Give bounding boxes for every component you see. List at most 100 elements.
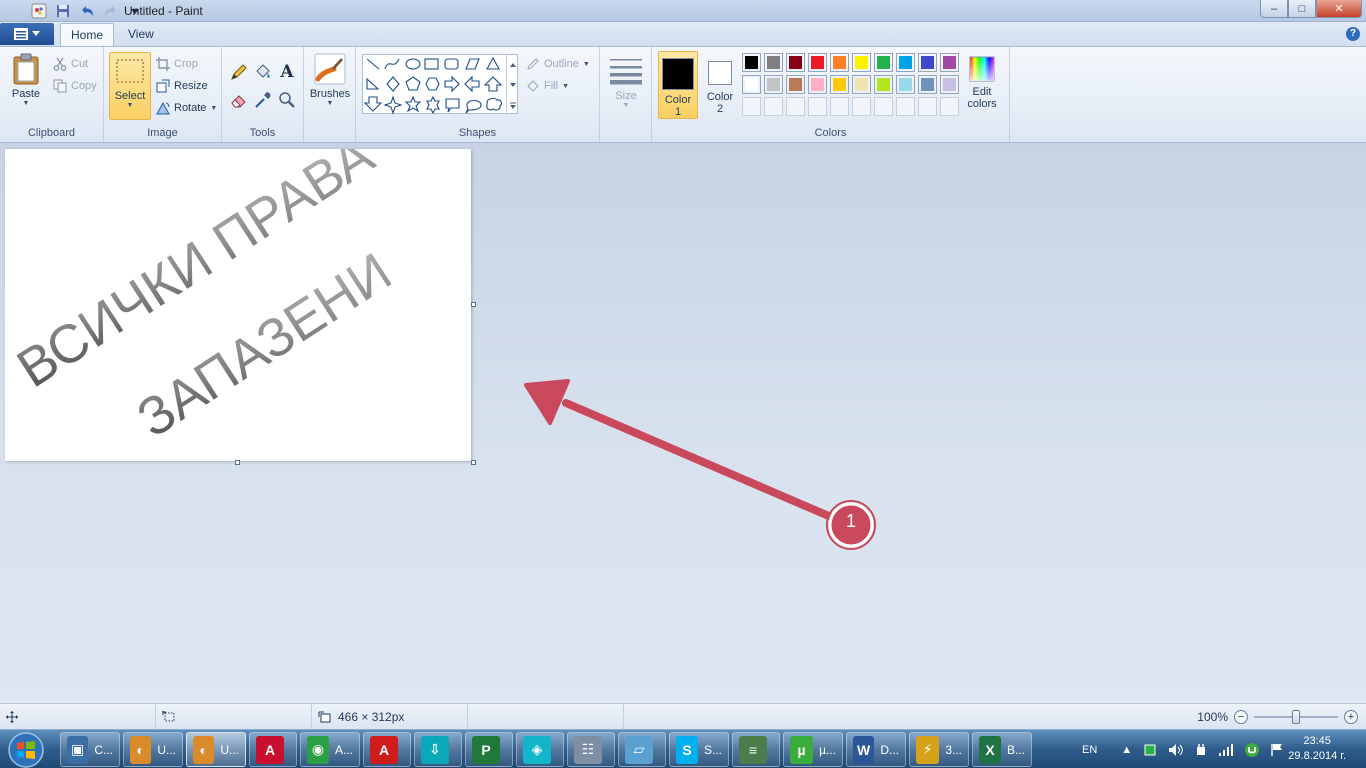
zoom-level: 100% [1197, 710, 1228, 724]
palette-swatch[interactable] [808, 75, 827, 94]
shapes-scroll[interactable] [506, 55, 518, 115]
palette-swatch[interactable] [896, 53, 915, 72]
taskbar-button[interactable]: P [465, 732, 513, 767]
palette-swatch[interactable] [830, 75, 849, 94]
taskbar-button[interactable]: S S... [669, 732, 729, 767]
zoom-slider-thumb[interactable] [1292, 710, 1300, 724]
palette-swatch[interactable] [786, 53, 805, 72]
cut-button[interactable]: Cut [53, 55, 88, 73]
palette-swatch[interactable] [852, 75, 871, 94]
palette-swatch[interactable] [808, 53, 827, 72]
palette-swatch[interactable] [940, 53, 959, 72]
color-picker-icon[interactable] [253, 90, 273, 110]
minimize-button[interactable]: – [1260, 0, 1288, 18]
palette-swatch[interactable] [786, 75, 805, 94]
clock[interactable]: 23:45 29.8.2014 г. [1288, 734, 1346, 764]
resize-button[interactable]: Resize [156, 77, 208, 95]
taskbar-button[interactable]: ☷ [567, 732, 615, 767]
paste-button[interactable]: Paste ▼ [6, 53, 46, 107]
taskbar-button[interactable]: ◐ U... [186, 732, 246, 767]
palette-swatch[interactable] [742, 53, 761, 72]
action-center-flag-icon[interactable] [1270, 743, 1284, 757]
taskbar-button[interactable]: ◐ U... [123, 732, 183, 767]
palette-empty-swatch[interactable] [808, 97, 827, 116]
pencil-icon[interactable] [229, 62, 249, 82]
zoom-out-button[interactable]: − [1234, 710, 1248, 724]
network-status-icon[interactable] [1144, 744, 1156, 756]
palette-swatch[interactable] [874, 53, 893, 72]
shapes-icons [363, 56, 503, 115]
crop-button[interactable]: Crop [156, 55, 198, 73]
taskbar-button[interactable]: ◈ [516, 732, 564, 767]
palette-swatch[interactable] [940, 75, 959, 94]
palette-swatch[interactable] [852, 53, 871, 72]
palette-swatch[interactable] [830, 53, 849, 72]
power-plug-icon[interactable] [1194, 743, 1208, 757]
tab-home[interactable]: Home [60, 23, 115, 46]
taskbar-button[interactable]: A [363, 732, 411, 767]
brushes-button[interactable]: Brushes ▼ [310, 53, 350, 107]
redo-icon[interactable] [102, 2, 120, 20]
volume-icon[interactable] [1168, 743, 1184, 757]
palette-swatch[interactable] [918, 75, 937, 94]
taskbar-button[interactable]: ⚡ 3... [909, 732, 969, 767]
tab-view[interactable]: View [118, 23, 164, 46]
calculator-icon: ☷ [574, 735, 602, 764]
select-button[interactable]: Select ▼ [109, 52, 151, 120]
eraser-icon[interactable] [229, 90, 249, 110]
language-indicator[interactable]: EN [1082, 744, 1097, 756]
edit-colors-button[interactable]: Edit colors [964, 55, 1000, 110]
chevron-down-icon: ▼ [622, 102, 630, 109]
signal-strength-icon[interactable] [1218, 743, 1234, 757]
scissors-icon [53, 57, 67, 71]
paint-app-icon[interactable] [30, 2, 48, 20]
copy-button[interactable]: Copy [53, 77, 97, 95]
taskbar-button[interactable]: ⇩ [414, 732, 462, 767]
taskbar-button[interactable]: ≡ [732, 732, 780, 767]
palette-swatch[interactable] [896, 75, 915, 94]
taskbar-button[interactable]: ▱ [618, 732, 666, 767]
palette-empty-swatch[interactable] [874, 97, 893, 116]
palette-swatch-fill [943, 56, 956, 69]
palette-swatch[interactable] [764, 75, 783, 94]
taskbar-button[interactable]: X B... [972, 732, 1032, 767]
help-icon[interactable]: ? [1346, 27, 1360, 41]
close-button[interactable]: ✕ [1316, 0, 1362, 18]
rotate-button[interactable]: Rotate ▼ [156, 99, 217, 117]
show-hidden-icons-icon[interactable]: ▲ [1121, 744, 1132, 756]
save-icon[interactable] [54, 2, 72, 20]
utorrent-tray-icon[interactable] [1244, 742, 1260, 758]
taskbar-button[interactable]: ◉ A... [300, 732, 360, 767]
palette-empty-swatch[interactable] [764, 97, 783, 116]
title-bar: Untitled - Paint – □ ✕ [0, 0, 1366, 22]
zoom-slider[interactable] [1254, 707, 1338, 727]
color1-button[interactable]: Color 1 [658, 51, 698, 119]
palette-swatch[interactable] [742, 75, 761, 94]
color2-button[interactable]: Color 2 [700, 51, 740, 119]
taskbar-button[interactable]: µ µ... [783, 732, 843, 767]
palette-empty-swatch[interactable] [852, 97, 871, 116]
palette-empty-swatch[interactable] [830, 97, 849, 116]
text-tool-icon[interactable]: A [277, 62, 297, 82]
palette-empty-swatch[interactable] [786, 97, 805, 116]
fill-button[interactable]: Fill ▼ [526, 77, 569, 95]
zoom-in-button[interactable]: + [1344, 710, 1358, 724]
palette-swatch[interactable] [874, 75, 893, 94]
outline-button[interactable]: Outline ▼ [526, 55, 590, 73]
palette-empty-swatch[interactable] [896, 97, 915, 116]
palette-empty-swatch[interactable] [940, 97, 959, 116]
taskbar-button[interactable]: W D... [846, 732, 906, 767]
paint-menu-button[interactable] [0, 23, 54, 45]
taskbar-button[interactable]: ▣ C... [60, 732, 120, 767]
palette-swatch[interactable] [764, 53, 783, 72]
size-button[interactable]: Size ▼ [606, 55, 646, 109]
fill-bucket-icon[interactable] [253, 62, 273, 82]
taskbar-button[interactable]: A [249, 732, 297, 767]
palette-swatch[interactable] [918, 53, 937, 72]
palette-empty-swatch[interactable] [742, 97, 761, 116]
start-button[interactable] [4, 731, 48, 768]
maximize-button[interactable]: □ [1288, 0, 1316, 18]
magnifier-icon[interactable] [277, 90, 297, 110]
palette-empty-swatch[interactable] [918, 97, 937, 116]
undo-icon[interactable] [78, 2, 96, 20]
